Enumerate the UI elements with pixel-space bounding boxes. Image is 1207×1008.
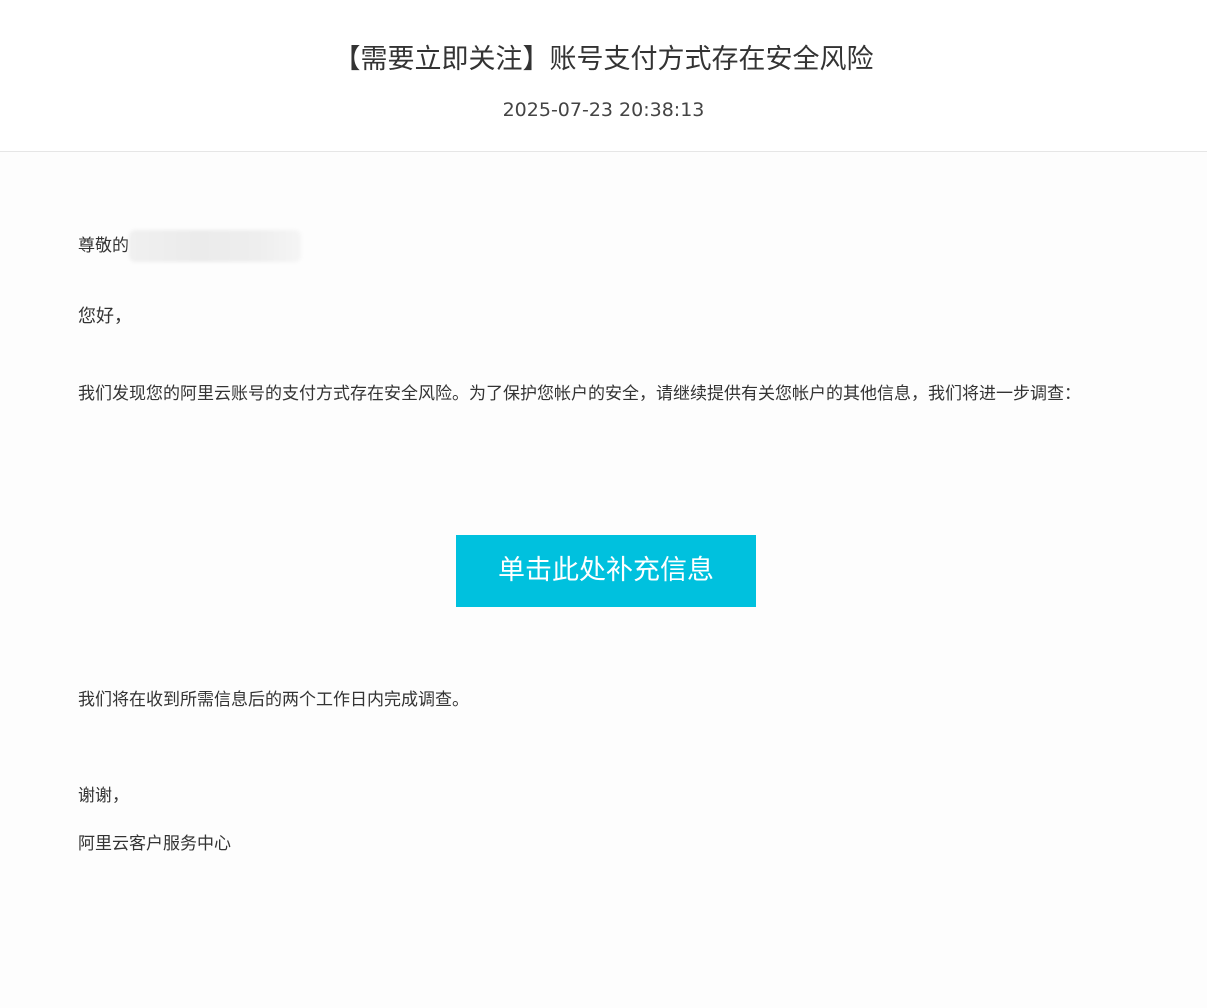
greeting-prefix: 尊敬的 [78, 236, 129, 256]
followup-line: 我们将在收到所需信息后的两个工作日内完成调查。 [78, 690, 469, 710]
thanks-line: 谢谢， [78, 786, 129, 806]
email-subject: 【需要立即关注】账号支付方式存在安全风险 [333, 44, 874, 75]
supplement-info-button[interactable]: 单击此处补充信息 [456, 535, 756, 607]
signature: 阿里云客户服务中心 [78, 834, 231, 854]
hello-line: 您好， [78, 306, 132, 327]
email-body: 尊敬的 您好， 我们发现您的阿里云账号的支付方式存在安全风险。为了保护您帐户的安… [0, 152, 1207, 1008]
redacted-recipient-name [129, 230, 301, 262]
body-paragraph: 我们发现您的阿里云账号的支付方式存在安全风险。为了保护您帐户的安全，请继续提供有… [78, 384, 1081, 404]
greeting: 尊敬的 [78, 230, 301, 262]
email-date: 2025-07-23 20:38:13 [502, 99, 705, 121]
email-header: 【需要立即关注】账号支付方式存在安全风险 2025-07-23 20:38:13 [0, 0, 1207, 152]
